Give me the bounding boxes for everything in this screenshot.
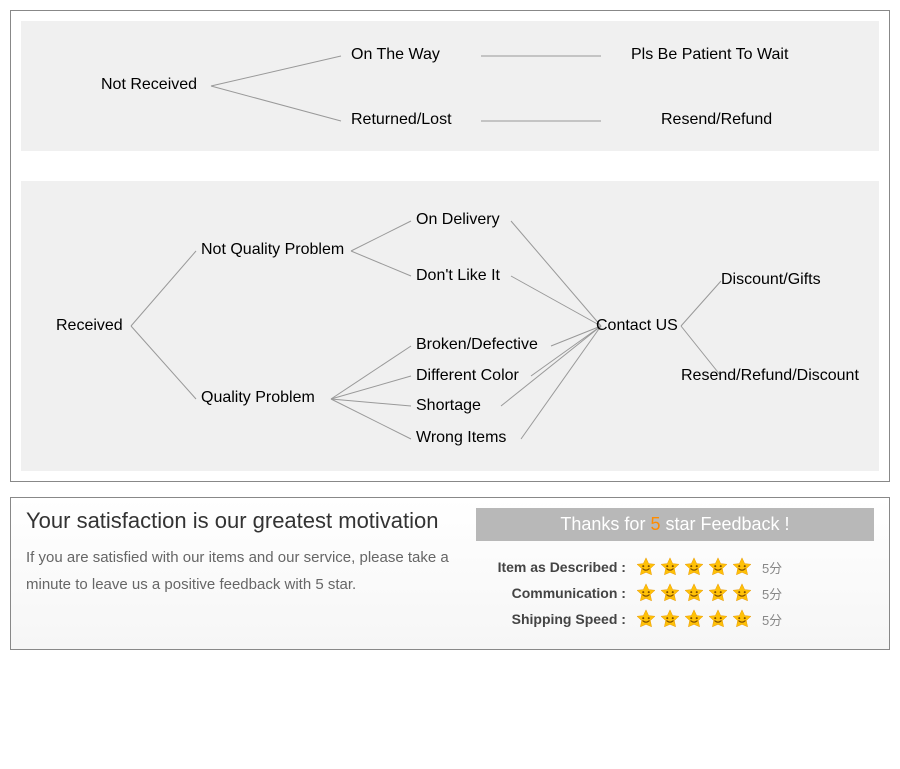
star-icon xyxy=(707,556,729,578)
node-broken: Broken/Defective xyxy=(416,336,538,354)
stars xyxy=(634,556,754,578)
star-icon xyxy=(731,556,753,578)
rating-label: Item as Described : xyxy=(476,559,634,575)
star-icon xyxy=(683,582,705,604)
node-shortage: Shortage xyxy=(416,397,481,415)
banner-five: 5 xyxy=(650,514,660,534)
star-icon xyxy=(683,608,705,630)
node-on-delivery: On Delivery xyxy=(416,211,500,229)
star-icon xyxy=(659,582,681,604)
node-diff-color: Different Color xyxy=(416,367,519,385)
star-icon xyxy=(659,556,681,578)
rating-score: 5分 xyxy=(762,558,782,577)
feedback-title: Your satisfaction is our greatest motiva… xyxy=(26,508,466,534)
node-resend-refund: Resend/Refund xyxy=(661,111,772,129)
star-icon xyxy=(731,582,753,604)
node-returned-lost: Returned/Lost xyxy=(351,111,452,129)
star-icon xyxy=(635,608,657,630)
star-icon xyxy=(707,608,729,630)
node-pls-wait: Pls Be Patient To Wait xyxy=(631,46,788,64)
banner-post: star Feedback ! xyxy=(660,514,789,534)
node-not-received: Not Received xyxy=(101,76,197,94)
node-contact-us: Contact US xyxy=(596,317,678,335)
node-wrong-items: Wrong Items xyxy=(416,429,506,447)
node-not-quality: Not Quality Problem xyxy=(201,241,344,259)
feedback-banner: Thanks for 5 star Feedback ! xyxy=(476,508,874,541)
feedback-right: Thanks for 5 star Feedback ! Item as Des… xyxy=(476,508,874,634)
star-icon xyxy=(635,556,657,578)
feedback-body: If you are satisfied with our items and … xyxy=(26,544,466,598)
flow-not-received: Not Received On The Way Returned/Lost Pl… xyxy=(21,21,879,151)
feedback-left: Your satisfaction is our greatest motiva… xyxy=(26,508,476,634)
ratings-block: Item as Described :5分Communication :5分Sh… xyxy=(476,556,874,630)
star-icon xyxy=(683,556,705,578)
feedback-panel: Your satisfaction is our greatest motiva… xyxy=(10,497,890,650)
flow-panel: Not Received On The Way Returned/Lost Pl… xyxy=(10,10,890,482)
rating-label: Shipping Speed : xyxy=(476,611,634,627)
star-icon xyxy=(731,608,753,630)
rating-score: 5分 xyxy=(762,610,782,629)
star-icon xyxy=(635,582,657,604)
rating-row: Shipping Speed : 5分 xyxy=(476,608,874,630)
node-resend-refund-discount: Resend/Refund/Discount xyxy=(681,367,859,385)
stars xyxy=(634,582,754,604)
node-on-the-way: On The Way xyxy=(351,46,440,64)
banner-pre: Thanks for xyxy=(560,514,650,534)
rating-label: Communication : xyxy=(476,585,634,601)
flow-received: Received Not Quality Problem Quality Pro… xyxy=(21,181,879,471)
node-dont-like: Don't Like It xyxy=(416,267,500,285)
stars xyxy=(634,608,754,630)
node-discount-gifts: Discount/Gifts xyxy=(721,271,821,289)
star-icon xyxy=(707,582,729,604)
rating-row: Item as Described : 5分 xyxy=(476,556,874,578)
node-quality: Quality Problem xyxy=(201,389,315,407)
rating-row: Communication : 5分 xyxy=(476,582,874,604)
node-received: Received xyxy=(56,317,123,335)
rating-score: 5分 xyxy=(762,584,782,603)
star-icon xyxy=(659,608,681,630)
